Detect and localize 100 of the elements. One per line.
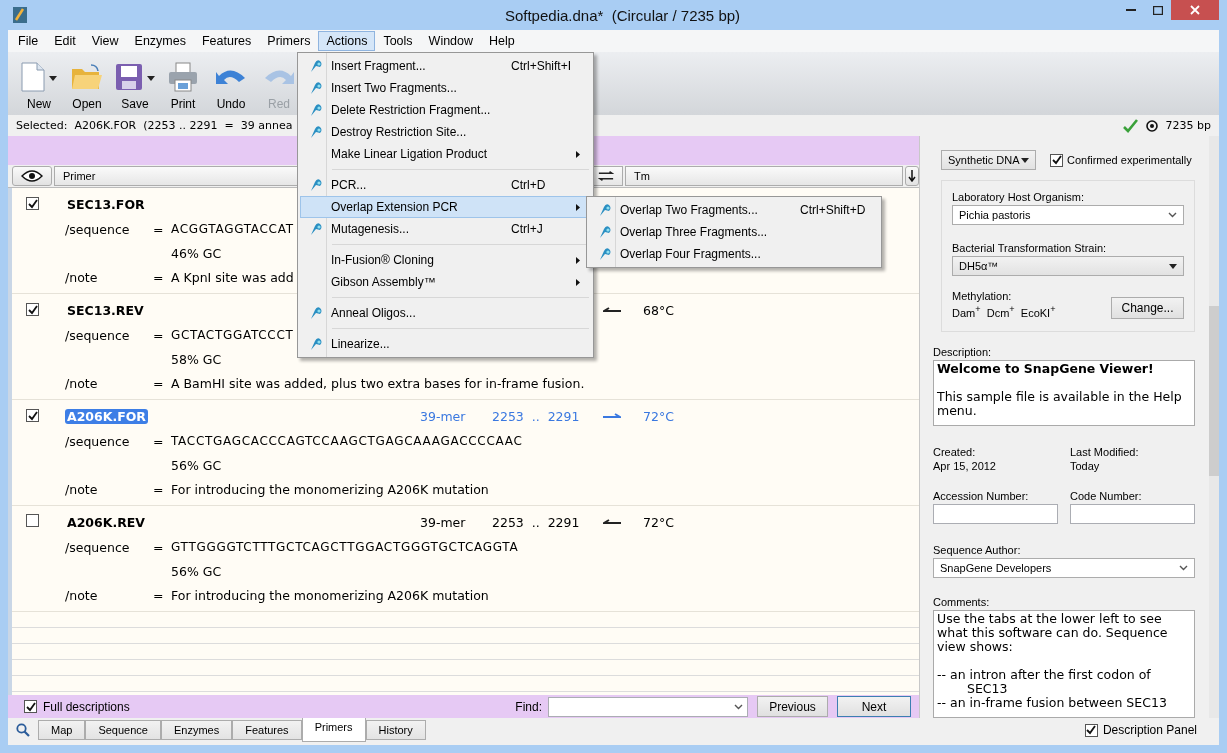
note-text: A KpnI site was add [171, 269, 294, 285]
maximize-icon [1152, 5, 1163, 15]
code-field[interactable] [1070, 503, 1195, 524]
scroll-down-button[interactable] [905, 166, 919, 186]
checkbox[interactable] [26, 197, 39, 210]
visibility-button[interactable] [12, 166, 52, 186]
description-box[interactable]: Welcome to SnapGene Viewer! This sample file is available in the Help menu. [933, 359, 1195, 426]
field-label: Sequence Author: [933, 543, 1022, 556]
host-dropdown[interactable]: Pichia pastoris [952, 205, 1184, 225]
menu-item[interactable]: Insert Fragment... Ctrl+Shift+I [300, 55, 591, 77]
printer-icon [168, 62, 198, 92]
menu-item[interactable]: Enzymes [126, 31, 194, 51]
primer-tm: 72°C [643, 408, 674, 424]
field-label: /note [65, 587, 99, 603]
checkbox-label: Full descriptions [43, 699, 131, 714]
menu-item[interactable]: Make Linear Ligation Product [300, 143, 591, 165]
molecule-type-dropdown[interactable]: Synthetic DNA [941, 150, 1036, 170]
primer-name[interactable]: A206K.FOR [65, 408, 148, 424]
toolbar-button[interactable]: Open [66, 60, 108, 111]
menu-item[interactable]: Destroy Restriction Site... [300, 121, 591, 143]
checkbox[interactable] [1050, 153, 1063, 167]
close-button[interactable] [1171, 0, 1219, 20]
eye-icon [21, 170, 43, 182]
menu-item[interactable]: Window [420, 31, 482, 51]
field-label: /note [65, 375, 99, 391]
toolbar-button[interactable]: Print [162, 60, 204, 111]
checkbox[interactable] [26, 514, 39, 527]
menu-item[interactable]: Delete Restriction Fragment... [300, 99, 591, 121]
tab[interactable]: History [365, 720, 426, 740]
scrollbar-thumb[interactable] [1209, 306, 1219, 476]
equals-sign: = [153, 433, 165, 449]
sequence-text: GCTACTGGATCCCT [171, 328, 294, 342]
menu-item[interactable]: File [10, 31, 47, 51]
app-icon [12, 6, 28, 24]
sequence-text: GTTGGGGTCTTTGCTCAGCTTGGACTGGGTGCTCAGGTA [171, 540, 519, 554]
tab[interactable]: Enzymes [160, 720, 233, 740]
checkbox[interactable] [26, 303, 39, 316]
field-label: Last Modified: [1070, 445, 1140, 458]
checkbox[interactable] [1084, 723, 1098, 737]
menu-item[interactable]: Insert Two Fragments... [300, 77, 591, 99]
caret-icon [1169, 263, 1177, 269]
menu-item[interactable]: Linearize... [300, 333, 591, 355]
author-dropdown[interactable]: SnapGene Developers [933, 557, 1195, 578]
primer-name[interactable]: A206K.REV [65, 514, 148, 530]
caret-icon [147, 76, 155, 81]
menu-item[interactable]: Overlap Two Fragments... Ctrl+Shift+D [589, 199, 879, 221]
chevron-icon [734, 703, 743, 710]
equals-sign: = [153, 539, 165, 555]
gc-content: 56% GC [171, 563, 222, 579]
change-button[interactable]: Change... [1111, 296, 1184, 319]
menu-item[interactable]: View [83, 31, 127, 51]
menu-item[interactable]: Features [194, 31, 260, 51]
checkbox[interactable] [26, 409, 39, 422]
previous-button[interactable]: Previous [757, 696, 828, 717]
accession-field[interactable] [933, 503, 1058, 524]
submenu-arrow-icon [576, 278, 580, 286]
menu-item[interactable]: Overlap Three Fragments... [589, 221, 879, 243]
field-label: Methylation: [952, 290, 1013, 302]
menu-item[interactable]: Actions [318, 31, 376, 51]
field-label: Comments: [933, 595, 991, 608]
tab[interactable]: Primers [301, 718, 366, 742]
down-arrow-icon [908, 170, 916, 182]
menu-item[interactable]: Help [481, 31, 523, 51]
minimize-icon [1125, 9, 1136, 11]
submenu-arrow-icon [576, 203, 580, 211]
menu-item[interactable]: Overlap Four Fragments... [589, 243, 879, 265]
primer-name[interactable]: SEC13.REV [65, 302, 146, 318]
tab[interactable]: Map [38, 720, 86, 740]
column-header[interactable]: Tm [625, 166, 903, 186]
primer-tm: 68°C [643, 302, 674, 318]
menu-item[interactable]: Anneal Oligos... [300, 302, 591, 324]
swap-arrows-icon [598, 170, 614, 182]
comments-box[interactable]: Use the tabs at the lower left to see what this software can do. Sequence view shows: -- an intron after the first codon of SEC13 -- an in-frame fusion between SEC13 [933, 609, 1195, 718]
checkbox[interactable] [24, 700, 37, 713]
primer-name[interactable]: SEC13.FOR [65, 196, 147, 212]
menu-item[interactable]: Gibson Assembly™ [300, 271, 591, 293]
caret-icon [1021, 157, 1029, 163]
tab[interactable]: Features [232, 720, 302, 740]
toolbar-button[interactable]: Undo [210, 60, 252, 111]
tab[interactable]: Sequence [85, 720, 161, 740]
toolbar-button[interactable]: New [18, 60, 60, 111]
window-title: Softpedia.dna* (Circular / 7235 bp) [503, 6, 742, 24]
next-button[interactable]: Next [837, 696, 911, 717]
strain-dropdown[interactable]: DH5α™ [952, 256, 1184, 276]
menu-item[interactable]: Tools [375, 31, 421, 51]
caret-icon [49, 76, 57, 81]
menu-item[interactable]: PCR... Ctrl+D [300, 174, 591, 196]
selection-status: Selected: A206K.FOR (2253 .. 2291 = 39 annea [16, 119, 293, 132]
find-field[interactable] [548, 696, 748, 717]
primer-length: 39-mer [420, 514, 466, 530]
shortcut-text: Ctrl+Shift+I [511, 59, 573, 73]
menu-item[interactable]: Edit [46, 31, 84, 51]
chevron-icon [1179, 564, 1188, 571]
toolbar-button[interactable]: Save [114, 60, 156, 111]
field-label: /sequence [65, 539, 131, 555]
search-icon [16, 723, 30, 737]
submenu-arrow-icon [576, 256, 580, 264]
field-label: Description: [933, 345, 993, 358]
field-label: Bacterial Transformation Strain: [952, 242, 1108, 254]
menu-item[interactable]: Primers [259, 31, 319, 51]
